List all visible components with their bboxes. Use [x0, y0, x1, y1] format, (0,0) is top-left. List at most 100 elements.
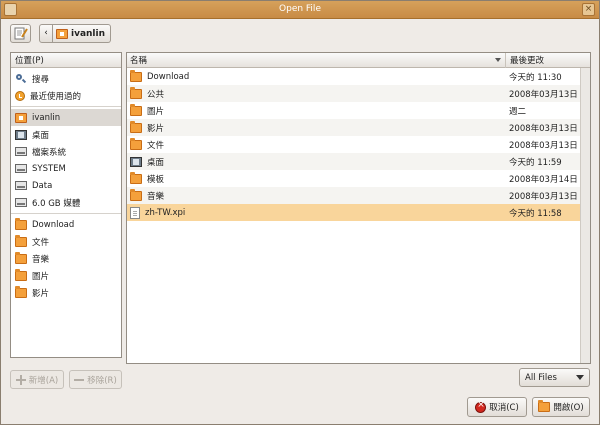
place-label: 圖片 [32, 271, 50, 282]
file-modified: 週二 [509, 106, 527, 117]
place-search[interactable]: 搜尋 [11, 70, 121, 87]
file-row[interactable]: 桌面 今天的 11:59 [127, 153, 590, 170]
folder-icon [130, 69, 142, 82]
place-media-drive[interactable]: 6.0 GB 媒體 [11, 194, 121, 211]
home-folder-icon [15, 112, 27, 123]
place-recent[interactable]: 最近使用過的 [11, 87, 121, 104]
type-location-toggle-button[interactable] [10, 24, 31, 43]
place-label: 檔案系統 [32, 147, 67, 158]
file-modified: 2008年03月13日 [509, 123, 578, 134]
column-name-label: 名稱 [130, 56, 148, 66]
file-name: 桌面 [147, 157, 165, 168]
place-label: Download [32, 219, 75, 230]
file-modified: 2008年03月13日 [509, 140, 578, 151]
file-row[interactable]: Download 今天的 11:30 [127, 68, 590, 85]
open-folder-icon [538, 400, 551, 412]
folder-icon [130, 188, 142, 201]
bookmark-videos[interactable]: 影片 [11, 284, 121, 301]
folder-icon [15, 285, 27, 298]
bookmark-download[interactable]: Download [11, 216, 121, 233]
place-label: Data [32, 180, 53, 191]
place-label: 桌面 [32, 130, 50, 141]
remove-bookmark-button[interactable]: 移除(R) [69, 370, 122, 389]
file-modified: 今天的 11:30 [509, 72, 562, 83]
path-back-button[interactable]: ‹ [39, 24, 53, 43]
file-rows: Download 今天的 11:30 公共 2008年03月13日 圖片 週二 … [127, 68, 590, 221]
open-label: 開啟(O) [553, 403, 584, 413]
file-list: 名稱 最後更改 Download 今天的 11:30 公共 2008年03月13… [126, 52, 591, 364]
path-crumb-home[interactable]: ivanlin [53, 24, 112, 43]
bookmark-pictures[interactable]: 圖片 [11, 267, 121, 284]
separator [11, 213, 121, 214]
close-icon[interactable]: × [582, 3, 595, 16]
file-modified: 今天的 11:58 [509, 208, 562, 219]
file-modified: 2008年03月13日 [509, 89, 578, 100]
place-home[interactable]: ivanlin [11, 109, 121, 126]
file-row[interactable]: 公共 2008年03月13日 [127, 85, 590, 102]
folder-icon [130, 171, 142, 184]
place-filesystem[interactable]: 檔案系統 [11, 143, 121, 160]
bookmark-documents[interactable]: 文件 [11, 233, 121, 250]
cancel-icon [475, 400, 487, 413]
file-row-selected[interactable]: zh-TW.xpi 今天的 11:58 [127, 204, 590, 221]
file-filter-label: All Files [525, 372, 557, 383]
file-name: 公共 [147, 89, 165, 100]
window-title: Open File [279, 4, 321, 14]
drive-icon [15, 198, 27, 207]
bookmark-music[interactable]: 音樂 [11, 250, 121, 267]
open-button[interactable]: 開啟(O) [532, 397, 590, 417]
window-menu-icon[interactable] [4, 3, 17, 16]
place-label: ivanlin [32, 112, 61, 123]
place-label: 搜尋 [32, 74, 50, 85]
place-label: 音樂 [32, 254, 50, 265]
place-data-drive[interactable]: Data [11, 177, 121, 194]
file-name: 模板 [147, 174, 165, 185]
folder-icon [130, 103, 142, 116]
remove-bookmark-label: 移除(R) [87, 375, 117, 386]
file-name: 影片 [147, 123, 165, 134]
sort-chevron-icon [495, 58, 501, 62]
file-modified: 2008年03月13日 [509, 191, 578, 202]
file-row[interactable]: 音樂 2008年03月13日 [127, 187, 590, 204]
file-list-header: 名稱 最後更改 [127, 53, 590, 68]
file-name: 音樂 [147, 191, 165, 202]
place-label: 最近使用過的 [30, 91, 82, 102]
cancel-button[interactable]: 取消(C) [467, 397, 527, 417]
vertical-scrollbar[interactable] [580, 68, 590, 363]
file-filter-combo[interactable]: All Files [519, 368, 590, 387]
place-desktop[interactable]: 桌面 [11, 126, 121, 143]
column-modified-header[interactable]: 最後更改 [506, 54, 590, 66]
places-header-label: 位置(P) [15, 56, 44, 66]
edit-location-icon [14, 27, 28, 40]
separator [11, 106, 121, 107]
place-label: 6.0 GB 媒體 [32, 198, 81, 209]
add-bookmark-button[interactable]: 新增(A) [10, 370, 64, 389]
add-bookmark-label: 新增(A) [28, 375, 59, 386]
places-sidebar: 位置(P) 搜尋 最近使用過的 ivanlin 桌面 檔案系統 SYSTEM D… [10, 52, 122, 358]
column-modified-label: 最後更改 [510, 56, 545, 66]
file-row[interactable]: 模板 2008年03月14日 [127, 170, 590, 187]
file-row[interactable]: 影片 2008年03月13日 [127, 119, 590, 136]
folder-icon [130, 86, 142, 99]
place-label: 影片 [32, 288, 50, 299]
remove-icon [74, 375, 85, 385]
file-row[interactable]: 文件 2008年03月13日 [127, 136, 590, 153]
folder-icon [130, 120, 142, 133]
place-system-drive[interactable]: SYSTEM [11, 160, 121, 177]
place-label: SYSTEM [32, 163, 66, 174]
file-name: 圖片 [147, 106, 165, 117]
filesystem-icon [15, 147, 27, 156]
desktop-icon [130, 156, 142, 167]
drive-icon [15, 164, 27, 173]
file-modified: 2008年03月14日 [509, 174, 578, 185]
folder-icon [130, 137, 142, 150]
file-modified: 今天的 11:59 [509, 157, 562, 168]
column-name-header[interactable]: 名稱 [127, 53, 506, 68]
file-row[interactable]: 圖片 週二 [127, 102, 590, 119]
title-bar: Open File × [1, 1, 599, 19]
place-label: 文件 [32, 237, 50, 248]
recent-icon [15, 90, 25, 101]
folder-icon [15, 268, 27, 281]
places-header[interactable]: 位置(P) [11, 53, 121, 68]
drive-icon [15, 181, 27, 190]
